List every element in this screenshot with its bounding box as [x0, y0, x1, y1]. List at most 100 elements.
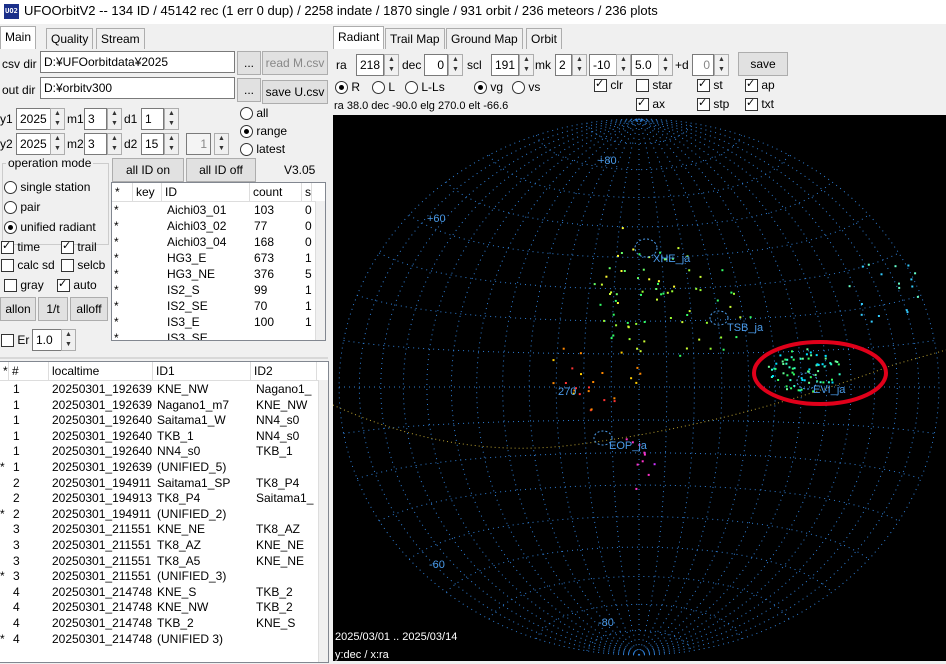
v1-spinner[interactable]: ▲ ▼ [616, 54, 631, 76]
event-row[interactable]: 1 20250301_192640 NN4_s0 TKB_1 [0, 443, 328, 459]
mode-unified-radiant[interactable]: unified radiant [4, 220, 96, 235]
m2-field[interactable]: 3 [84, 133, 107, 155]
id-row[interactable]: * HG3_NE 376 5 [112, 266, 325, 282]
mk-field[interactable]: 2 [555, 54, 572, 76]
proj-r-option[interactable]: R [335, 80, 360, 95]
tab-stream[interactable]: Stream [96, 28, 145, 49]
calc-sd-checkbox[interactable]: calc sd [1, 258, 55, 273]
all-id-on-button[interactable]: all ID on [112, 158, 184, 182]
y1-field[interactable]: 2025 [16, 108, 54, 130]
id-col-key[interactable]: key [133, 183, 162, 201]
one-t-button[interactable]: 1/t [38, 297, 68, 321]
trail-checkbox[interactable]: trail [61, 239, 97, 255]
m1-field[interactable]: 3 [84, 108, 107, 130]
mode-pair[interactable]: pair [4, 200, 40, 215]
d1-field[interactable]: 1 [141, 108, 164, 130]
all-id-off-button[interactable]: all ID off [186, 158, 256, 182]
event-row[interactable]: 2 20250301_194913 TK8_P4 Saitama1_ [0, 490, 328, 506]
id-grid-scrollbar[interactable] [315, 201, 325, 340]
v1-field[interactable]: -10 [589, 54, 617, 76]
ap-checkbox[interactable]: ap [745, 77, 775, 93]
event-grid-scrollbar[interactable] [318, 380, 328, 662]
range-range-option[interactable]: range [240, 124, 287, 139]
range-all-option[interactable]: all [240, 106, 268, 121]
tab-quality[interactable]: Quality [46, 28, 94, 49]
er-field[interactable]: 1.0 [32, 329, 64, 351]
id-col-star[interactable]: * [112, 183, 133, 201]
v2-spinner[interactable]: ▲ ▼ [658, 54, 673, 76]
mode-vs-option[interactable]: vs [512, 80, 540, 95]
event-col-id2[interactable]: ID2 [251, 362, 317, 380]
event-row[interactable]: 3 20250301_211551 KNE_NE TK8_AZ [0, 521, 328, 537]
d1-spinner[interactable]: ▲ ▼ [164, 108, 179, 130]
mode-single-station[interactable]: single station [4, 180, 90, 195]
ax-checkbox[interactable]: ax [636, 96, 665, 112]
stp-checkbox[interactable]: stp [697, 96, 729, 112]
event-row[interactable]: 4 20250301_214748 TKB_2 KNE_S [0, 615, 328, 631]
tab-ground-map[interactable]: Ground Map [446, 28, 523, 49]
event-row[interactable]: 3 20250301_211551 TK8_A5 KNE_NE [0, 553, 328, 569]
radiant-map-svg[interactable]: +80 +60 -60 -80 270 XHE_ja TSB_ja EVI_ja… [332, 115, 946, 661]
event-row[interactable]: 1 20250301_192640 TKB_1 NN4_s0 [0, 428, 328, 444]
selcb-checkbox[interactable]: selcb [61, 258, 105, 273]
mk-spinner[interactable]: ▲ ▼ [572, 54, 587, 76]
id-col-s[interactable]: s [302, 183, 312, 201]
event-row[interactable]: 1 20250301_192639 Nagano1_m7 KNE_NW [0, 397, 328, 413]
y2-field[interactable]: 2025 [16, 133, 54, 155]
id-row[interactable]: * IS2_S 99 1 [112, 282, 325, 298]
save-ucsv-button[interactable]: save U.csv [262, 80, 328, 104]
d-field[interactable]: 0 [692, 54, 714, 76]
csv-dir-field[interactable]: D:¥UFOorbitdata¥2025 [40, 51, 235, 73]
save-button[interactable]: save [738, 52, 788, 76]
d-spinner[interactable]: ▲ ▼ [714, 54, 729, 76]
event-row[interactable]: 2 20250301_194911 Saitama1_SP TK8_P4 [0, 475, 328, 491]
scl-field[interactable]: 191 [491, 54, 519, 76]
id-row[interactable]: * IS3_SE [112, 330, 325, 340]
read-mcsv-button[interactable]: read M.csv [262, 51, 328, 75]
d2-spinner[interactable]: ▲ ▼ [164, 133, 179, 155]
allon-button[interactable]: allon [0, 297, 36, 321]
id-row[interactable]: * Aichi03_02 77 0 [112, 218, 325, 234]
csv-browse-button[interactable]: ... [237, 51, 261, 75]
id-col-id[interactable]: ID [162, 183, 250, 201]
tab-main[interactable]: Main [0, 26, 37, 49]
radiant-map[interactable]: +80 +60 -60 -80 270 XHE_ja TSB_ja EVI_ja… [332, 115, 946, 661]
event-row[interactable]: 1 20250301_192639 KNE_NW Nagano1_ [0, 381, 328, 397]
d2-field[interactable]: 15 [141, 133, 164, 155]
er-spinner[interactable]: ▲ ▼ [61, 329, 76, 351]
txt-checkbox[interactable]: txt [745, 96, 774, 112]
dec-field[interactable]: 0 [424, 54, 448, 76]
event-row[interactable]: 1 20250301_192640 Saitama1_W NN4_s0 [0, 412, 328, 428]
y1-spinner[interactable]: ▲ ▼ [50, 108, 65, 130]
gray-checkbox[interactable]: gray [4, 278, 44, 293]
panel-splitter[interactable] [0, 357, 328, 359]
id-row[interactable]: * IS2_SE 70 1 [112, 298, 325, 314]
event-col-star[interactable]: * [0, 362, 9, 380]
dec-spinner[interactable]: ▲ ▼ [448, 54, 463, 76]
scl-spinner[interactable]: ▲ ▼ [519, 54, 534, 76]
out-browse-button[interactable]: ... [237, 78, 261, 102]
event-row[interactable]: * 1 20250301_192639 (UNIFIED_5) [0, 459, 328, 475]
tab-radiant[interactable]: Radiant [333, 26, 385, 49]
tab-orbit[interactable]: Orbit [526, 28, 563, 49]
event-row[interactable]: * 2 20250301_194911 (UNIFIED_2) [0, 506, 328, 522]
er-checkbox[interactable]: Er [1, 333, 29, 348]
v2-field[interactable]: 5.0 [631, 54, 659, 76]
event-col-localtime[interactable]: localtime [49, 362, 153, 380]
m1-spinner[interactable]: ▲ ▼ [107, 108, 122, 130]
time-checkbox[interactable]: time [1, 239, 40, 255]
extra-field[interactable]: 1 [186, 133, 211, 155]
id-row[interactable]: * HG3_E 673 1 [112, 250, 325, 266]
id-col-count[interactable]: count [250, 183, 302, 201]
event-row[interactable]: 4 20250301_214748 KNE_NW TKB_2 [0, 599, 328, 615]
tab-trail-map[interactable]: Trail Map [385, 28, 445, 49]
clr-checkbox[interactable]: clr [594, 77, 623, 93]
y2-spinner[interactable]: ▲ ▼ [50, 133, 65, 155]
st-checkbox[interactable]: st [697, 77, 723, 93]
extra-spinner[interactable]: ▲ ▼ [214, 133, 229, 155]
event-col-id1[interactable]: ID1 [153, 362, 251, 380]
out-dir-field[interactable]: D:¥orbitv300 [40, 77, 235, 99]
alloff-button[interactable]: alloff [70, 297, 108, 321]
range-latest-option[interactable]: latest [240, 142, 285, 157]
m2-spinner[interactable]: ▲ ▼ [107, 133, 122, 155]
